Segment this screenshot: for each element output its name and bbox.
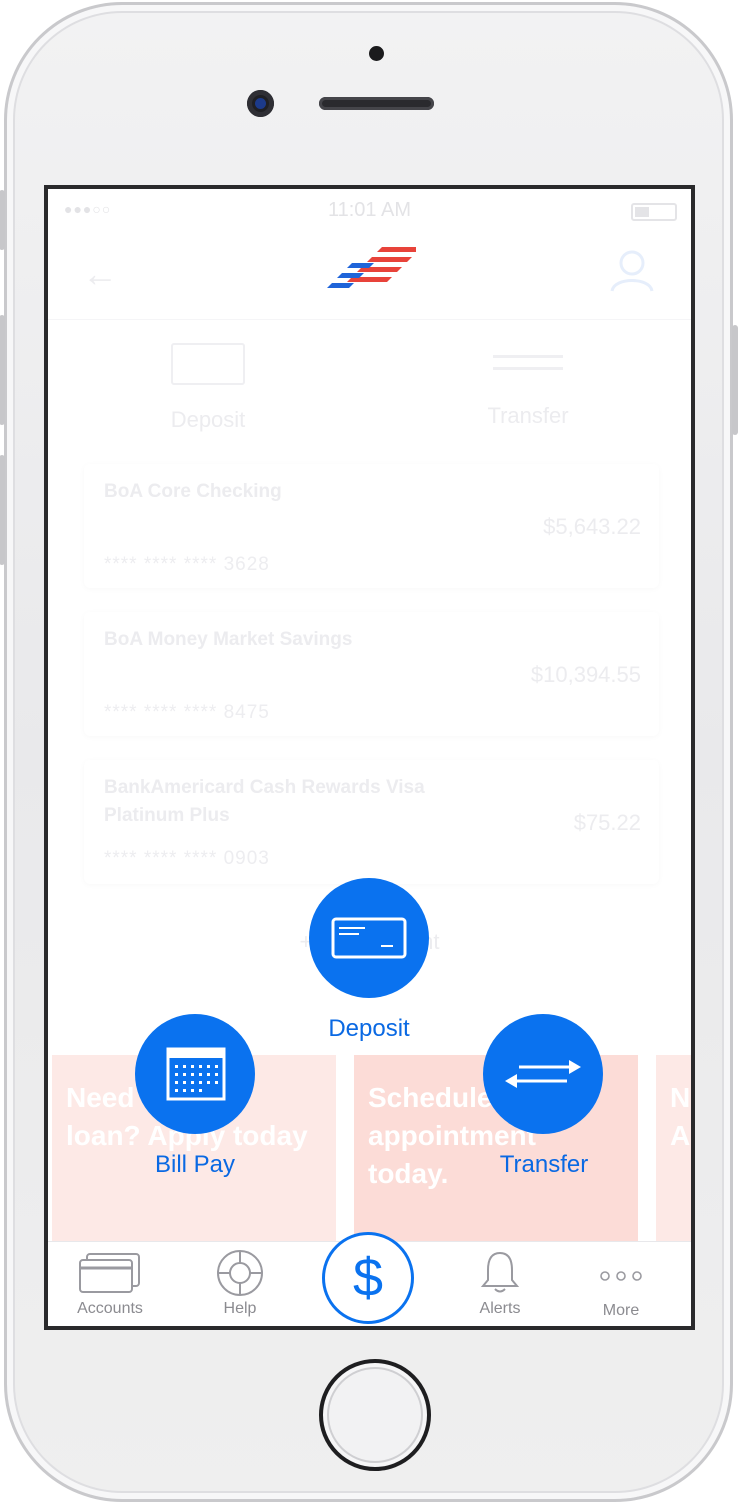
battery-icon [631, 203, 677, 221]
account-card[interactable]: BankAmericard Cash Rewards Visa Platinum… [84, 760, 659, 884]
deposit-fab[interactable] [309, 878, 429, 998]
tab-accounts-label: Accounts [77, 1300, 143, 1317]
quick-deposit-button[interactable]: Deposit [158, 339, 258, 433]
deposit-label[interactable]: Deposit [269, 1015, 469, 1043]
account-balance: $75.22 [573, 810, 641, 835]
status-time: 11:01 AM [327, 199, 412, 221]
quick-transfer-label: Transfer [487, 403, 569, 428]
app-screen: ●●●○○ 11:01 AM ← Deposit Transfer BoA Co… [44, 185, 695, 1330]
check-icon [331, 917, 407, 959]
account-balance: $5,643.22 [543, 514, 641, 539]
transfer-arrows-icon [505, 1060, 581, 1088]
earpiece-speaker [319, 97, 434, 110]
lifebuoy-icon [217, 1250, 263, 1296]
transfer-fab[interactable] [483, 1014, 603, 1134]
transfer-label[interactable]: Transfer [444, 1151, 644, 1179]
cards-icon [79, 1253, 140, 1293]
front-camera [247, 90, 274, 117]
user-profile-icon[interactable] [609, 247, 655, 293]
bell-icon [480, 1251, 520, 1293]
bill-pay-fab[interactable] [135, 1014, 255, 1134]
proximity-sensor [369, 46, 384, 61]
account-card[interactable]: BoA Core Checking **** **** **** 3628 $5… [84, 464, 659, 588]
account-balance: $10,394.55 [530, 662, 641, 687]
check-icon [171, 343, 245, 385]
mute-switch [0, 190, 5, 250]
account-name: BoA Money Market Savings [104, 629, 353, 650]
status-bar: ●●●○○ 11:01 AM [48, 189, 691, 233]
home-button[interactable] [319, 1359, 431, 1471]
tab-more-label: More [602, 1302, 640, 1319]
volume-up-button [0, 315, 5, 425]
promo-text: N A [670, 1082, 691, 1151]
bill-pay-label[interactable]: Bill Pay [95, 1151, 295, 1179]
account-number: **** **** **** 8475 [104, 702, 270, 723]
transfer-arrows-icon [493, 343, 563, 381]
tab-bar: Accounts Help $ Alerts More [48, 1232, 691, 1326]
dollar-action-button[interactable]: $ [322, 1232, 414, 1324]
volume-down-button [0, 455, 5, 565]
more-dots-icon [600, 1271, 642, 1281]
promo-card[interactable]: N A [656, 1055, 691, 1241]
tab-help[interactable]: Help [180, 1242, 300, 1326]
account-name: BoA Core Checking [104, 481, 282, 502]
tab-alerts[interactable]: Alerts [440, 1242, 560, 1326]
calendar-icon [166, 1047, 226, 1101]
account-number: **** **** **** 3628 [104, 554, 270, 575]
account-card[interactable]: BoA Money Market Savings **** **** **** … [84, 612, 659, 736]
account-number: **** **** **** 0903 [104, 848, 270, 869]
tab-more[interactable]: More [561, 1242, 681, 1326]
quick-transfer-button[interactable]: Transfer [478, 339, 578, 429]
quick-deposit-label: Deposit [170, 407, 246, 432]
bank-logo [327, 247, 416, 288]
tab-accounts[interactable]: Accounts [50, 1242, 170, 1326]
back-arrow-icon[interactable]: ← [82, 253, 118, 295]
account-name: BankAmericard Cash Rewards Visa Platinum… [104, 777, 425, 826]
tab-help-label: Help [223, 1300, 257, 1317]
header-divider [48, 319, 691, 320]
power-button [732, 325, 738, 435]
tab-alerts-label: Alerts [479, 1300, 521, 1317]
